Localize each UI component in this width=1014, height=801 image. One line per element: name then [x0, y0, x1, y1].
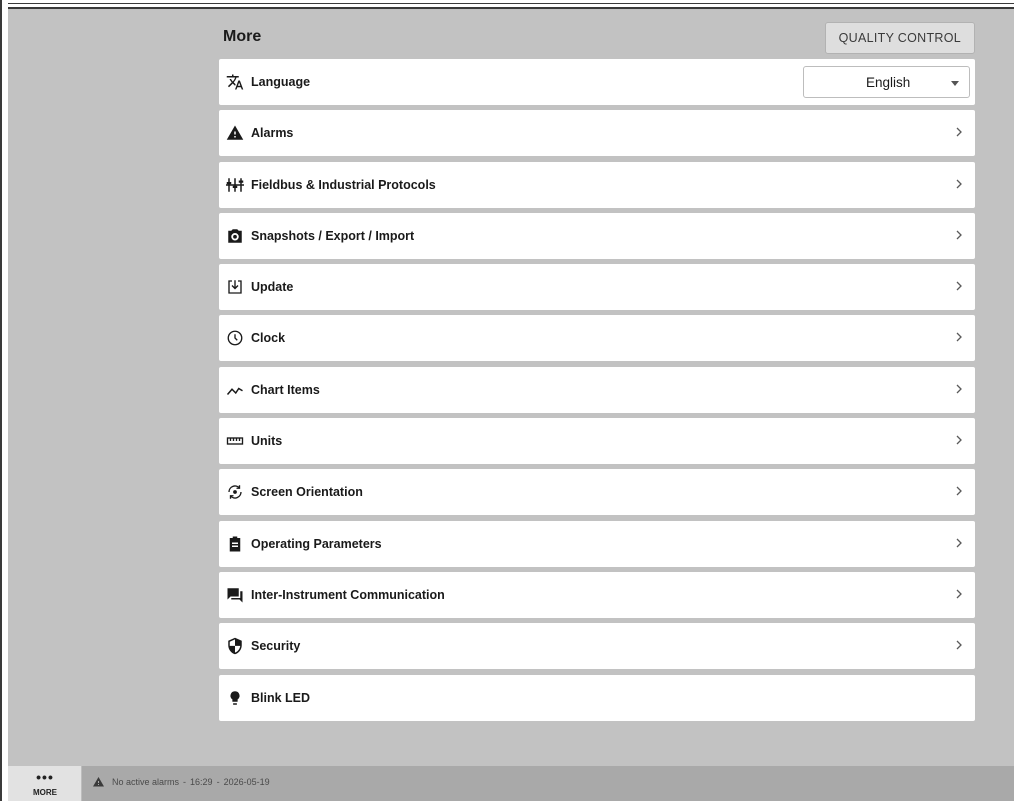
warning-icon: [93, 777, 104, 787]
chevron-right-icon: [953, 433, 965, 447]
language-select-value: English: [866, 75, 911, 90]
bottom-status-bar: ••• MORE No active alarms - 16:29 - 2026…: [8, 766, 1014, 801]
chevron-right-icon: [953, 125, 965, 139]
chevron-right-icon: [953, 279, 965, 293]
alarm-status[interactable]: No active alarms - 16:29 - 2026-05-19: [92, 776, 270, 788]
more-tab[interactable]: ••• MORE: [8, 766, 82, 801]
menu-item-operating-parameters[interactable]: Operating Parameters: [219, 520, 975, 567]
menu-item-fieldbus[interactable]: Fieldbus & Industrial Protocols: [219, 161, 975, 208]
chevron-right-icon: [953, 177, 965, 191]
menu-item-label: Screen Orientation: [251, 485, 363, 500]
menu-item-snapshots[interactable]: Snapshots / Export / Import: [219, 212, 975, 259]
update-icon: [226, 278, 244, 296]
camera-icon: [226, 227, 244, 245]
translate-icon: [226, 73, 244, 91]
menu-item-label: Security: [251, 639, 301, 654]
language-select[interactable]: English: [803, 66, 970, 98]
menu-item-label: Chart Items: [251, 382, 320, 397]
page-title: More: [223, 28, 262, 45]
status-separator: -: [183, 777, 187, 787]
page-header: More QUALITY CONTROL: [219, 22, 975, 54]
ruler-icon: [226, 432, 244, 450]
quality-control-button[interactable]: QUALITY CONTROL: [824, 22, 975, 54]
chevron-right-icon: [953, 330, 965, 344]
menu-item-units[interactable]: Units: [219, 418, 975, 465]
dropdown-caret-icon: [951, 81, 959, 86]
chart-line-icon: [226, 381, 244, 399]
alarm-status-text: No active alarms: [112, 777, 180, 787]
menu-item-label: Blink LED: [251, 690, 311, 705]
menu-item-label: Operating Parameters: [251, 536, 382, 551]
window-frame-left: [0, 0, 8, 801]
screen-rotation-icon: [226, 483, 244, 501]
menu-item-label: Snapshots / Export / Import: [251, 228, 415, 243]
more-dots-icon: •••: [36, 769, 54, 785]
chevron-right-icon: [953, 228, 965, 242]
menu-item-label: Inter-Instrument Communication: [251, 587, 445, 602]
bulb-icon: [226, 689, 244, 707]
status-separator: -: [216, 777, 220, 787]
window-frame-top: [0, 0, 1014, 9]
settings-list: Language English Alarms Fieldbus & Indus…: [219, 59, 975, 726]
chevron-right-icon: [953, 638, 965, 652]
fieldbus-icon: [226, 176, 244, 194]
menu-item-clock[interactable]: Clock: [219, 315, 975, 362]
warning-icon: [226, 124, 244, 142]
menu-item-blink-led[interactable]: Blink LED: [219, 674, 975, 721]
shield-icon: [226, 637, 244, 655]
menu-item-label: Clock: [251, 331, 286, 346]
clock-icon: [226, 329, 244, 347]
menu-item-label: Update: [251, 280, 294, 295]
status-time: 16:29: [190, 777, 213, 787]
status-date: 2026-05-19: [223, 777, 270, 787]
menu-item-inter-instrument-communication[interactable]: Inter-Instrument Communication: [219, 571, 975, 618]
language-label: Language: [251, 75, 311, 89]
clipboard-icon: [226, 535, 244, 553]
menu-item-update[interactable]: Update: [219, 264, 975, 311]
main-content: More QUALITY CONTROL Language English Al…: [8, 9, 1014, 766]
more-tab-label: MORE: [33, 788, 57, 797]
menu-item-label: Fieldbus & Industrial Protocols: [251, 177, 436, 192]
chevron-right-icon: [953, 536, 965, 550]
menu-item-chart-items[interactable]: Chart Items: [219, 366, 975, 413]
chevron-right-icon: [953, 484, 965, 498]
forum-icon: [226, 586, 244, 604]
language-row: Language English: [219, 59, 975, 105]
menu-item-security[interactable]: Security: [219, 623, 975, 670]
menu-item-screen-orientation[interactable]: Screen Orientation: [219, 469, 975, 516]
chevron-right-icon: [953, 382, 965, 396]
menu-item-label: Alarms: [251, 126, 294, 141]
menu-item-alarms[interactable]: Alarms: [219, 110, 975, 157]
menu-item-label: Units: [251, 434, 283, 449]
chevron-right-icon: [953, 587, 965, 601]
